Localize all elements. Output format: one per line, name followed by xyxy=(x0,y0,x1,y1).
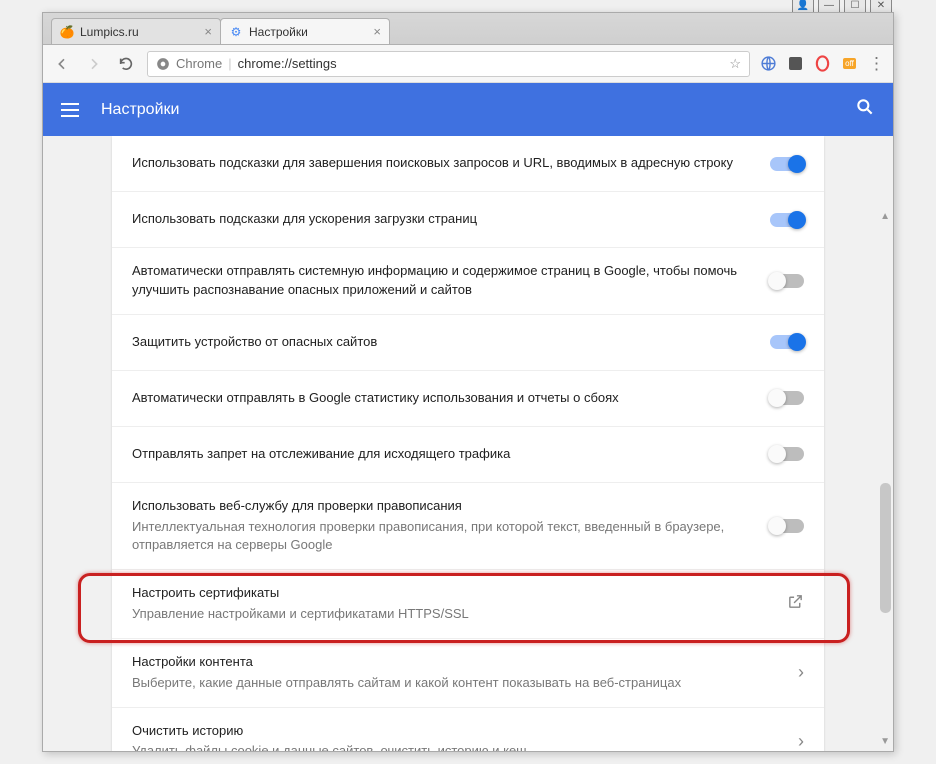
toggle-switch[interactable] xyxy=(770,335,804,349)
tab-label: Настройки xyxy=(249,25,308,39)
setting-description: Интеллектуальная технология проверки пра… xyxy=(132,518,752,556)
setting-row-prefetch[interactable]: Использовать подсказки для ускорения заг… xyxy=(112,192,824,248)
toggle-switch[interactable] xyxy=(770,391,804,405)
globe-icon[interactable] xyxy=(760,55,777,72)
setting-row-content-settings[interactable]: Настройки контента Выберите, какие данны… xyxy=(112,639,824,708)
setting-row-dnt[interactable]: Отправлять запрет на отслеживание для ис… xyxy=(112,427,824,483)
browser-toolbar: Chrome | chrome://settings ☆ off ⋮ xyxy=(43,45,893,83)
chevron-right-icon: › xyxy=(798,662,804,683)
setting-label: Защитить устройство от опасных сайтов xyxy=(132,333,752,352)
setting-label: Настройки контента xyxy=(132,653,780,672)
reload-button[interactable] xyxy=(115,53,137,75)
tab-strip: 🍊 Lumpics.ru × ⚙ Настройки × xyxy=(43,13,893,45)
setting-row-safebrowsing-report[interactable]: Автоматически отправлять системную инфор… xyxy=(112,248,824,315)
extension-icon[interactable] xyxy=(787,55,804,72)
bookmark-star-icon[interactable]: ☆ xyxy=(729,56,741,72)
settings-page: Настройки Использовать подсказки для зав… xyxy=(43,83,893,751)
back-button[interactable] xyxy=(51,53,73,75)
tab-label: Lumpics.ru xyxy=(80,25,139,39)
tab-settings[interactable]: ⚙ Настройки × xyxy=(220,18,390,44)
setting-label: Использовать подсказки для ускорения заг… xyxy=(132,210,752,229)
browser-menu-icon[interactable]: ⋮ xyxy=(868,55,885,72)
setting-label: Очистить историю xyxy=(132,722,780,741)
tab-lumpics[interactable]: 🍊 Lumpics.ru × xyxy=(51,18,221,44)
settings-content: Использовать подсказки для завершения по… xyxy=(43,136,893,751)
setting-description: Удалить файлы cookie и данные сайтов, оч… xyxy=(132,742,780,751)
setting-row-autocomplete[interactable]: Использовать подсказки для завершения по… xyxy=(112,136,824,192)
scrollbar-thumb[interactable] xyxy=(880,483,891,613)
extension-off-icon[interactable]: off xyxy=(841,55,858,72)
toggle-switch[interactable] xyxy=(770,274,804,288)
setting-label: Автоматически отправлять системную инфор… xyxy=(132,262,752,300)
external-link-icon xyxy=(787,593,804,615)
toggle-switch[interactable] xyxy=(770,213,804,227)
page-title: Настройки xyxy=(101,101,179,119)
url-separator: | xyxy=(228,56,231,71)
setting-row-usage-stats[interactable]: Автоматически отправлять в Google статис… xyxy=(112,371,824,427)
tab-favicon-icon: 🍊 xyxy=(60,25,74,39)
setting-row-clear-history[interactable]: Очистить историю Удалить файлы cookie и … xyxy=(112,708,824,751)
url-scheme-label: Chrome xyxy=(176,56,222,71)
setting-description: Управление настройками и сертификатами H… xyxy=(132,605,769,624)
opera-icon[interactable] xyxy=(814,55,831,72)
toggle-switch[interactable] xyxy=(770,519,804,533)
extension-icons: off ⋮ xyxy=(760,55,885,72)
setting-row-protect[interactable]: Защитить устройство от опасных сайтов xyxy=(112,315,824,371)
chevron-right-icon: › xyxy=(798,731,804,751)
forward-button[interactable] xyxy=(83,53,105,75)
setting-label: Использовать веб-службу для проверки пра… xyxy=(132,497,752,516)
close-icon[interactable]: × xyxy=(373,24,381,39)
gear-icon: ⚙ xyxy=(229,25,243,39)
toggle-switch[interactable] xyxy=(770,157,804,171)
setting-label: Настроить сертификаты xyxy=(132,584,769,603)
scroll-down-icon[interactable]: ▼ xyxy=(880,736,890,747)
url-text: chrome://settings xyxy=(238,56,337,71)
scroll-up-icon[interactable]: ▲ xyxy=(880,211,890,222)
menu-icon[interactable] xyxy=(61,103,79,117)
settings-card: Использовать подсказки для завершения по… xyxy=(112,136,824,751)
chrome-icon xyxy=(156,57,170,71)
setting-label: Автоматически отправлять в Google статис… xyxy=(132,389,752,408)
settings-header: Настройки xyxy=(43,83,893,136)
address-bar[interactable]: Chrome | chrome://settings ☆ xyxy=(147,51,750,77)
setting-row-certificates[interactable]: Настроить сертификаты Управление настрой… xyxy=(112,570,824,639)
setting-row-spellcheck[interactable]: Использовать веб-службу для проверки пра… xyxy=(112,483,824,571)
search-icon[interactable] xyxy=(855,97,875,122)
setting-description: Выберите, какие данные отправлять сайтам… xyxy=(132,674,780,693)
close-icon[interactable]: × xyxy=(204,24,212,39)
toggle-switch[interactable] xyxy=(770,447,804,461)
browser-window: 🍊 Lumpics.ru × ⚙ Настройки × Chrome | ch… xyxy=(42,12,894,752)
setting-label: Использовать подсказки для завершения по… xyxy=(132,154,752,173)
setting-label: Отправлять запрет на отслеживание для ис… xyxy=(132,445,752,464)
